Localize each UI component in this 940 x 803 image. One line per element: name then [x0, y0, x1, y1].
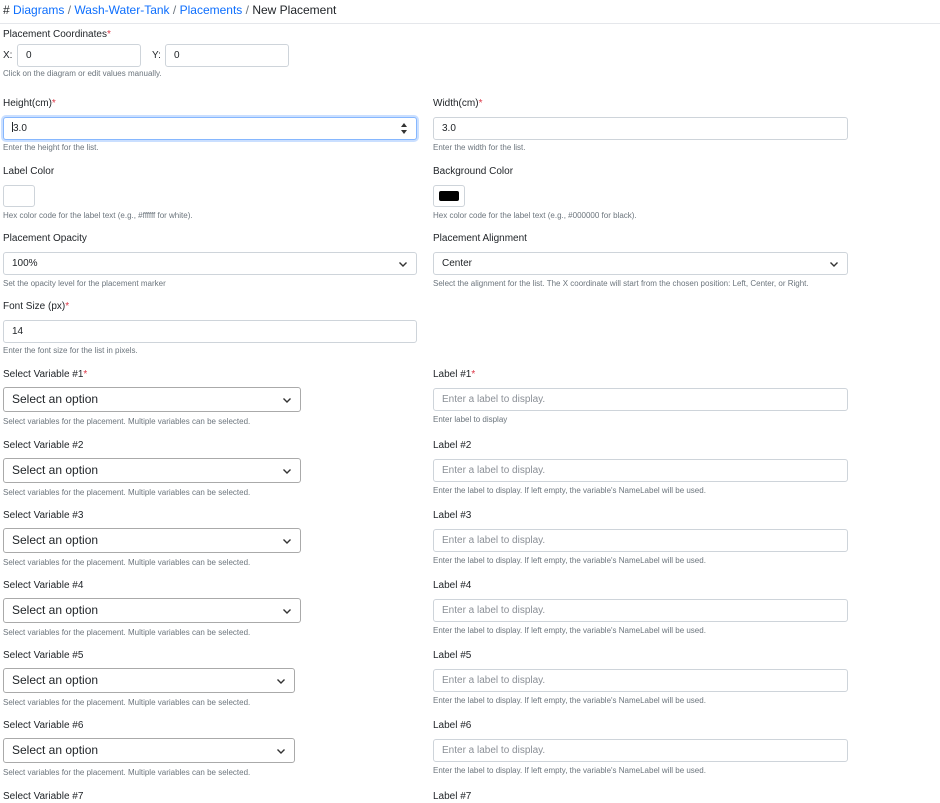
select-variable-6[interactable]: Select an option [3, 738, 295, 763]
height-input[interactable]: 3.0 [3, 117, 417, 140]
alignment-select[interactable]: Center [433, 252, 848, 275]
select-placeholder: Select an option [12, 673, 99, 687]
breadcrumb-diagrams[interactable]: Diagrams [13, 3, 64, 17]
opacity-help: Set the opacity level for the placement … [3, 279, 166, 288]
breadcrumb-wash-water-tank[interactable]: Wash-Water-Tank [74, 3, 169, 17]
label-input-3[interactable]: Enter a label to display. [433, 529, 848, 552]
background-color-help: Hex color code for the label text (e.g.,… [433, 211, 637, 220]
label-color-picker[interactable] [3, 185, 35, 207]
select-variable-3[interactable]: Select an option [3, 528, 301, 553]
variable-label-label: Label #3 [433, 510, 472, 521]
height-label: Height(cm)* [3, 98, 56, 109]
variable-label-label: Label #2 [433, 440, 472, 451]
label-input-4[interactable]: Enter a label to display. [433, 599, 848, 622]
select-variable-5[interactable]: Select an option [3, 668, 295, 693]
label-help: Enter the label to display. If left empt… [433, 696, 706, 705]
label-help: Enter the label to display. If left empt… [433, 486, 706, 495]
select-variable-1[interactable]: Select an option [3, 387, 301, 412]
label-help: Enter label to display [433, 415, 508, 424]
chevron-down-icon [283, 469, 291, 474]
label-input-2[interactable]: Enter a label to display. [433, 459, 848, 482]
breadcrumb-separator: / [172, 3, 177, 17]
opacity-value: 100% [12, 258, 38, 269]
spinner-arrows-icon[interactable] [400, 122, 408, 135]
chevron-down-icon [277, 749, 285, 754]
select-placeholder: Select an option [12, 533, 99, 547]
select-placeholder: Select an option [12, 743, 99, 757]
chevron-down-icon [283, 539, 291, 544]
width-label: Width(cm)* [433, 98, 483, 109]
coordinates-help: Click on the diagram or edit values manu… [3, 69, 162, 78]
breadcrumb-current: New Placement [252, 3, 337, 17]
breadcrumb-hash: # [3, 3, 10, 17]
breadcrumb: # Diagrams / Wash-Water-Tank / Placement… [3, 3, 336, 17]
select-variable-2[interactable]: Select an option [3, 458, 301, 483]
label-help: Enter the label to display. If left empt… [433, 626, 706, 635]
background-color-swatch [439, 191, 459, 201]
label-input-1[interactable]: Enter a label to display. [433, 388, 848, 411]
select-variable-4[interactable]: Select an option [3, 598, 301, 623]
x-label: X: [3, 50, 13, 61]
select-variable-label: Select Variable #5 [3, 650, 84, 661]
label-input-6[interactable]: Enter a label to display. [433, 739, 848, 762]
chevron-down-icon [399, 262, 407, 267]
alignment-label: Placement Alignment [433, 233, 527, 244]
height-value: 3.0 [13, 123, 27, 134]
alignment-help: Select the alignment for the list. The X… [433, 279, 809, 288]
select-variable-help: Select variables for the placement. Mult… [3, 628, 251, 637]
label-help: Enter the label to display. If left empt… [433, 766, 706, 775]
alignment-value: Center [442, 258, 473, 269]
x-coordinate-input[interactable]: 0 [17, 44, 141, 67]
coordinates-label: Placement Coordinates* [3, 29, 111, 40]
select-variable-label: Select Variable #4 [3, 580, 84, 591]
chevron-down-icon [830, 262, 838, 267]
label-color-help: Hex color code for the label text (e.g.,… [3, 211, 193, 220]
divider [0, 23, 940, 24]
font-size-help: Enter the font size for the list in pixe… [3, 346, 138, 355]
select-variable-help: Select variables for the placement. Mult… [3, 698, 251, 707]
select-placeholder: Select an option [12, 603, 99, 617]
opacity-select[interactable]: 100% [3, 252, 417, 275]
select-variable-help: Select variables for the placement. Mult… [3, 768, 251, 777]
select-placeholder: Select an option [12, 392, 99, 406]
variable-label-label: Label #4 [433, 580, 472, 591]
label-input-5[interactable]: Enter a label to display. [433, 669, 848, 692]
select-variable-label: Select Variable #6 [3, 720, 84, 731]
select-variable-help: Select variables for the placement. Mult… [3, 558, 251, 567]
background-color-picker[interactable] [433, 185, 465, 207]
chevron-down-icon [277, 679, 285, 684]
background-color-label: Background Color [433, 166, 514, 177]
font-size-input[interactable]: 14 [3, 320, 417, 343]
variable-label-label: Label #1* [433, 369, 476, 380]
y-coordinate-input[interactable]: 0 [165, 44, 289, 67]
select-variable-label: Select Variable #2 [3, 440, 84, 451]
breadcrumb-placements[interactable]: Placements [180, 3, 243, 17]
select-variable-help: Select variables for the placement. Mult… [3, 417, 251, 426]
breadcrumb-separator: / [67, 3, 72, 17]
select-variable-help: Select variables for the placement. Mult… [3, 488, 251, 497]
chevron-down-icon [283, 398, 291, 403]
label-color-label: Label Color [3, 166, 55, 177]
variable-label-label: Label #5 [433, 650, 472, 661]
select-placeholder: Select an option [12, 463, 99, 477]
breadcrumb-separator: / [245, 3, 249, 17]
opacity-label: Placement Opacity [3, 233, 87, 244]
height-help: Enter the height for the list. [3, 143, 99, 152]
select-variable-label: Select Variable #1* [3, 369, 88, 380]
variable-label-label: Label #7 [433, 791, 472, 802]
chevron-down-icon [283, 609, 291, 614]
label-color-swatch [9, 191, 29, 201]
select-variable-label: Select Variable #3 [3, 510, 84, 521]
width-help: Enter the width for the list. [433, 143, 526, 152]
y-label: Y: [152, 50, 161, 61]
label-help: Enter the label to display. If left empt… [433, 556, 706, 565]
width-input[interactable]: 3.0 [433, 117, 848, 140]
variable-label-label: Label #6 [433, 720, 472, 731]
select-variable-label: Select Variable #7 [3, 791, 84, 802]
font-size-label: Font Size (px)* [3, 301, 70, 312]
